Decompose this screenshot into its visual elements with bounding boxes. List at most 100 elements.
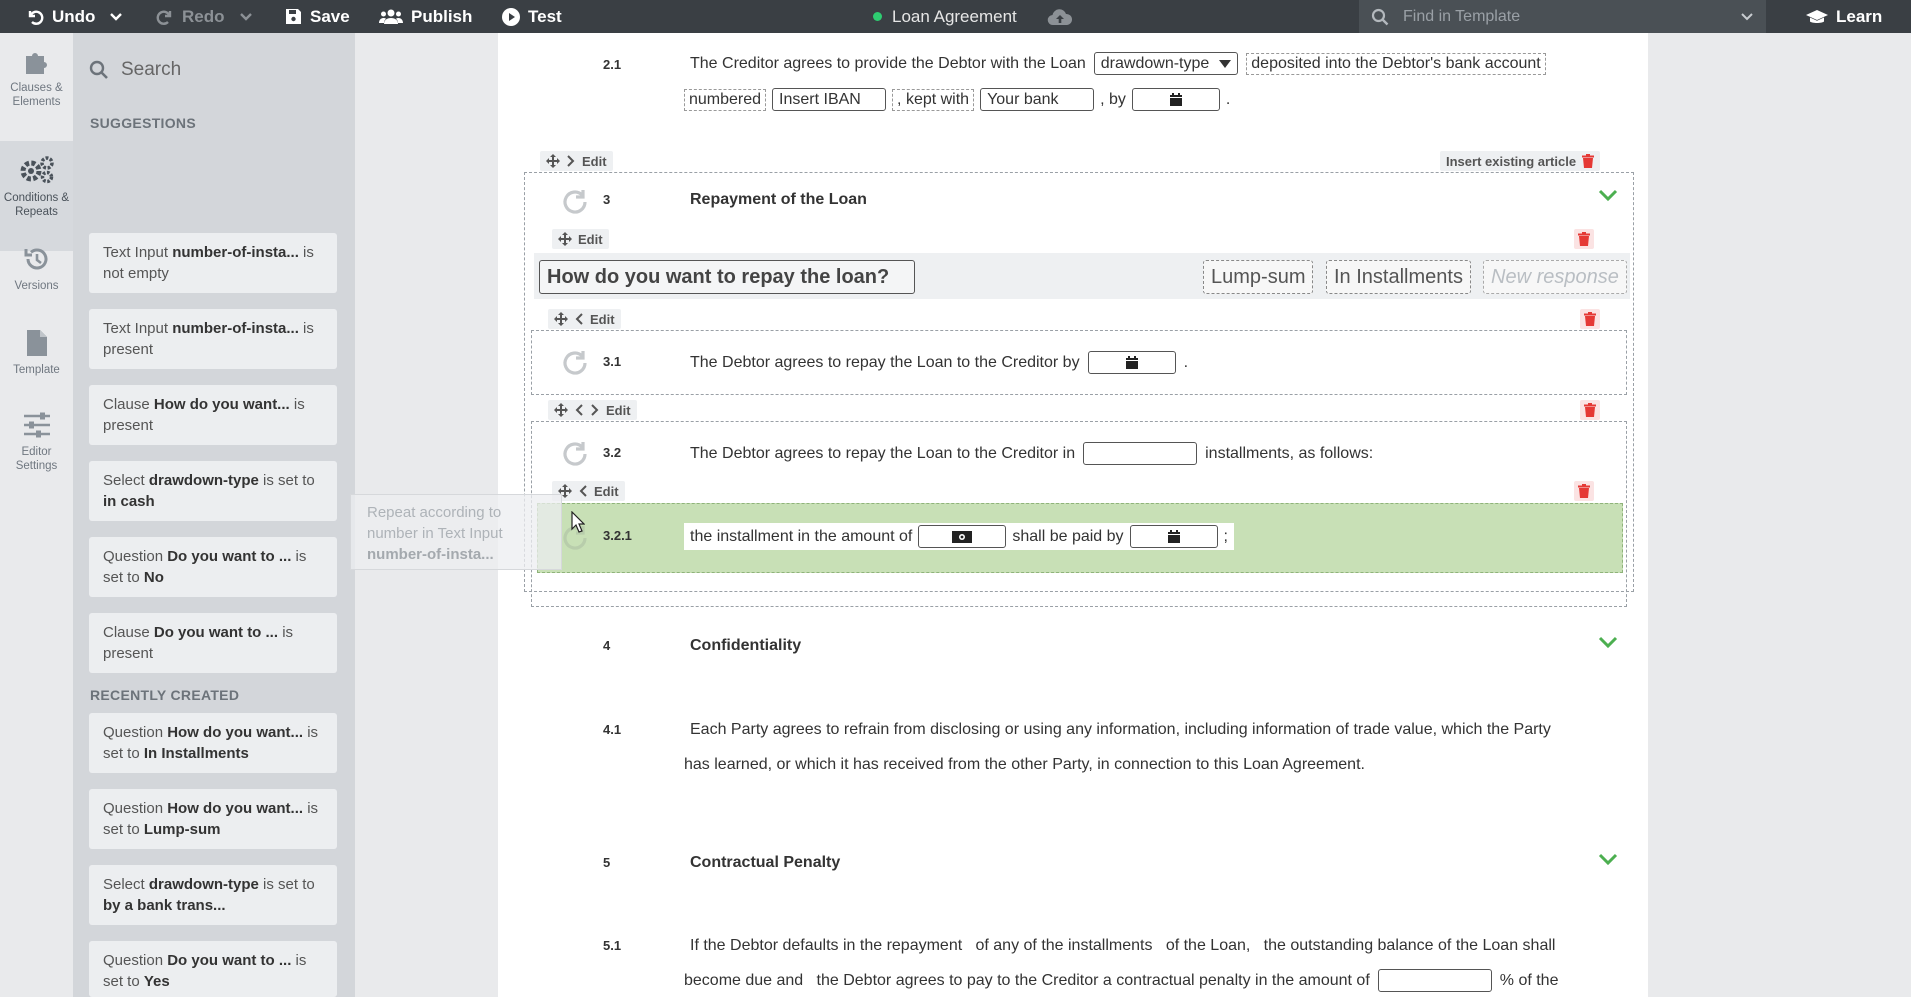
learn-button[interactable]: Learn: [1806, 0, 1882, 33]
rail-template[interactable]: Template: [0, 329, 73, 409]
suggestion-card[interactable]: Clause How do you want... is present: [89, 385, 337, 445]
publish-button[interactable]: Publish: [379, 0, 472, 33]
response-lump-sum[interactable]: Lump-sum: [1203, 260, 1314, 294]
delete-button[interactable]: [1580, 400, 1600, 420]
history-icon: [24, 248, 47, 270]
redo-icon: [156, 10, 172, 25]
clause-text: % of the: [1499, 971, 1559, 989]
rail-versions[interactable]: Versions: [0, 245, 73, 325]
redo-button[interactable]: Redo: [156, 0, 253, 33]
clause-text: installments, as follows:: [1205, 444, 1374, 462]
conditional-text[interactable]: numbered: [684, 88, 767, 111]
card-text: Question: [103, 952, 168, 969]
clause-number: 3.2.1: [603, 528, 632, 543]
move-icon[interactable]: [558, 232, 572, 246]
clause-text: , by: [1100, 90, 1126, 108]
find-input[interactable]: [1403, 7, 1726, 26]
recent-card[interactable]: Question How do you want... is set to In…: [89, 713, 337, 773]
sidebar-search: [89, 59, 341, 81]
delete-button[interactable]: [1580, 309, 1600, 329]
users-icon: [379, 9, 403, 24]
document-canvas: 2.1 The Creditor agrees to provide the D…: [498, 33, 1648, 997]
card-text: Question: [103, 548, 168, 565]
chevron-down-icon[interactable]: [239, 12, 253, 22]
trash-icon[interactable]: [1582, 154, 1595, 168]
save-button[interactable]: Save: [285, 0, 350, 33]
iban-input[interactable]: Insert IBAN: [772, 88, 887, 111]
move-icon[interactable]: [554, 312, 568, 326]
rail-label: Template: [13, 364, 60, 376]
insert-existing-article-button[interactable]: Insert existing article: [1446, 154, 1576, 169]
suggestion-card[interactable]: Text Input number-of-insta... is not emp…: [89, 233, 337, 293]
clause-text: .: [1225, 90, 1231, 108]
card-text: Select: [103, 472, 149, 489]
question-toolbar: Edit: [552, 229, 609, 249]
clause-text: .: [1183, 353, 1189, 371]
move-icon[interactable]: [546, 154, 560, 168]
drag-ghost-card[interactable]: Repeat according to number in Text Input…: [350, 494, 562, 570]
chevron-down-icon[interactable]: [1598, 188, 1618, 202]
clause-text-line: the installment in the amount of shall b…: [684, 523, 1234, 550]
chevron-down-icon[interactable]: [1598, 635, 1618, 649]
card-bold: Yes: [143, 973, 170, 990]
card-bold: drawdown-type: [148, 472, 259, 489]
suggestion-card[interactable]: Question Do you want to ... is set to No: [89, 537, 337, 597]
suggestion-card[interactable]: Text Input number-of-insta... is present: [89, 309, 337, 369]
undo-button[interactable]: Undo: [26, 0, 123, 33]
article-toolbar: Edit: [540, 151, 613, 171]
date-input[interactable]: [1129, 525, 1218, 548]
date-input[interactable]: [1087, 351, 1176, 374]
number-of-installments-input[interactable]: [1083, 442, 1198, 465]
suggestion-card[interactable]: Select drawdown-type is set to in cash: [89, 461, 337, 521]
card-bold: How do you want...: [153, 396, 290, 413]
rail-conditions-repeats[interactable]: Conditions & Repeats: [0, 141, 73, 251]
article-title: Confidentiality: [690, 637, 802, 654]
chevron-down-icon[interactable]: [1598, 852, 1618, 866]
recently-created-header: RECENTLY CREATED: [90, 687, 240, 703]
delete-button[interactable]: [1574, 229, 1594, 249]
redo-label: Redo: [182, 6, 225, 26]
chevron-left-icon[interactable]: [574, 313, 584, 325]
rail-editor-settings[interactable]: Editor Settings: [0, 411, 73, 501]
delete-button[interactable]: [1574, 481, 1594, 501]
amount-input[interactable]: [918, 525, 1007, 548]
edit-button[interactable]: Edit: [594, 484, 619, 499]
edit-button[interactable]: Edit: [590, 312, 615, 327]
sidebar-search-input[interactable]: [121, 59, 341, 81]
rail-clauses-elements[interactable]: Clauses & Elements: [0, 47, 73, 133]
question-title[interactable]: How do you want to repay the loan?: [539, 260, 915, 294]
chevron-right-icon[interactable]: [590, 404, 600, 416]
rail-label: Versions: [14, 280, 59, 292]
move-icon[interactable]: [554, 403, 568, 417]
edit-button[interactable]: Edit: [578, 232, 603, 247]
new-response-button[interactable]: New response: [1483, 260, 1627, 294]
card-bold: drawdown-type: [148, 876, 259, 893]
date-input[interactable]: [1131, 88, 1220, 111]
trash-icon: [1584, 312, 1596, 326]
bank-input[interactable]: Your bank: [980, 88, 1095, 111]
chevron-right-icon[interactable]: [566, 155, 576, 167]
edit-button[interactable]: Edit: [606, 403, 631, 418]
select-value: drawdown-type: [1100, 54, 1210, 72]
recent-card[interactable]: Select drawdown-type is set to by a bank…: [89, 865, 337, 925]
recent-card[interactable]: Question How do you want... is set to Lu…: [89, 789, 337, 849]
recent-card[interactable]: Question Do you want to ... is set to Ye…: [89, 941, 337, 997]
response-in-installments[interactable]: In Installments: [1326, 260, 1471, 294]
suggestion-card[interactable]: Clause Do you want to ... is present: [89, 613, 337, 673]
chevron-down-icon[interactable]: [109, 12, 123, 22]
test-button[interactable]: Test: [502, 0, 562, 33]
chevron-down-icon[interactable]: [1740, 12, 1754, 22]
chevron-left-icon[interactable]: [578, 485, 588, 497]
conditional-text[interactable]: , kept with: [892, 88, 975, 111]
card-bold: in cash: [103, 493, 155, 510]
drawdown-type-select[interactable]: drawdown-type: [1093, 52, 1239, 75]
card-text: Question: [103, 800, 168, 817]
conditions-sidebar: SUGGESTIONS Text Input number-of-insta..…: [73, 33, 355, 997]
trash-icon: [1578, 232, 1590, 246]
cloud-upload-button[interactable]: [1047, 0, 1073, 33]
chevron-left-icon[interactable]: [574, 404, 584, 416]
penalty-input[interactable]: [1377, 969, 1492, 992]
edit-button[interactable]: Edit: [582, 154, 607, 169]
conditional-text[interactable]: deposited into the Debtor's bank account: [1246, 52, 1546, 75]
search-icon: [89, 60, 108, 79]
